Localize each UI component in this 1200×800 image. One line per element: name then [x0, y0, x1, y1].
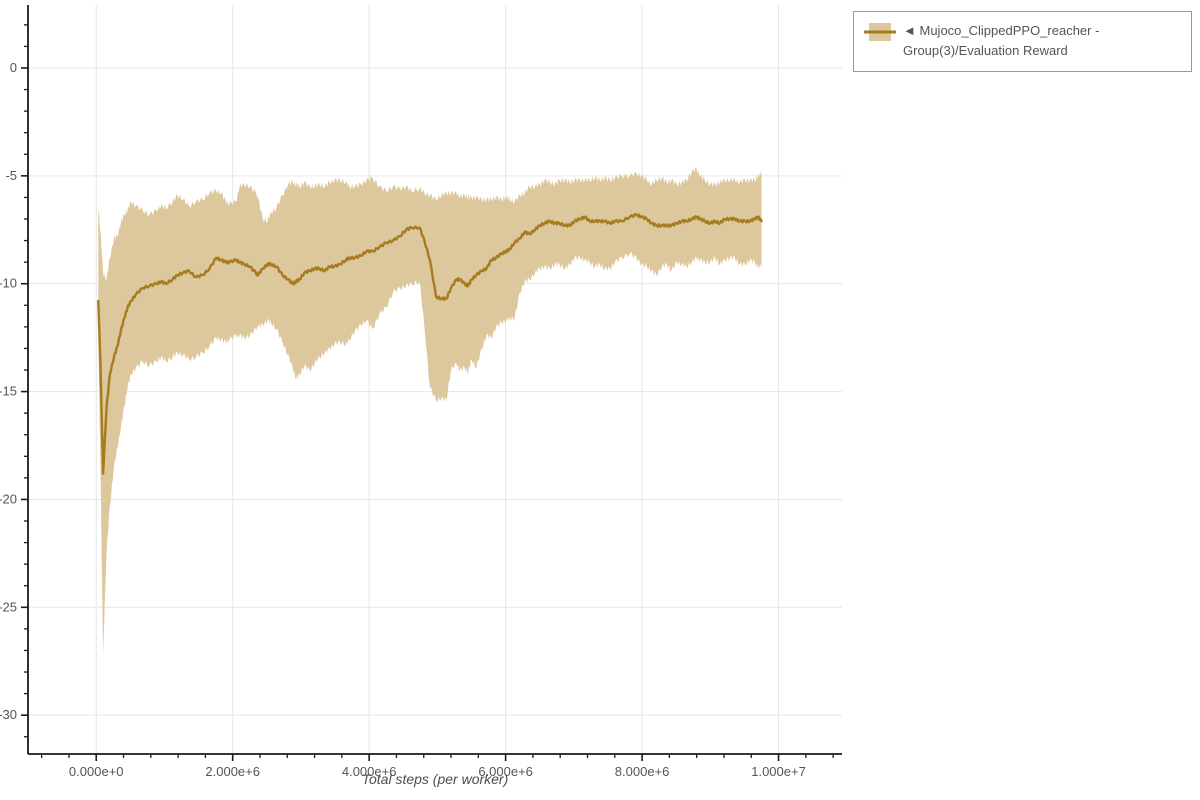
svg-text:-25: -25: [0, 599, 17, 614]
svg-text:-5: -5: [5, 168, 17, 183]
series-swatch-icon: [864, 23, 896, 41]
svg-text:-15: -15: [0, 384, 17, 399]
svg-text:-10: -10: [0, 276, 17, 291]
legend-label: Mujoco_ClippedPPO_reacher - Group(3)/Eva…: [903, 23, 1100, 58]
legend-entry: ◄ Mujoco_ClippedPPO_reacher - Group(3)/E…: [903, 21, 1181, 61]
legend-arrow-icon: ◄: [903, 23, 916, 38]
reward-chart[interactable]: 0.000e+0 2.000e+6 4.000e+6 6.000e+6 8.000e+6…: [0, 0, 1200, 800]
legend-box[interactable]: ◄ Mujoco_ClippedPPO_reacher - Group(3)/E…: [853, 11, 1192, 72]
svg-text:-30: -30: [0, 707, 17, 722]
dashboard-page: 0.000e+0 2.000e+6 4.000e+6 6.000e+6 8.000e+6…: [0, 0, 1200, 800]
svg-text:0: 0: [10, 60, 17, 75]
svg-text:-20: -20: [0, 491, 17, 506]
x-axis-title: Total steps (per worker): [361, 771, 509, 787]
